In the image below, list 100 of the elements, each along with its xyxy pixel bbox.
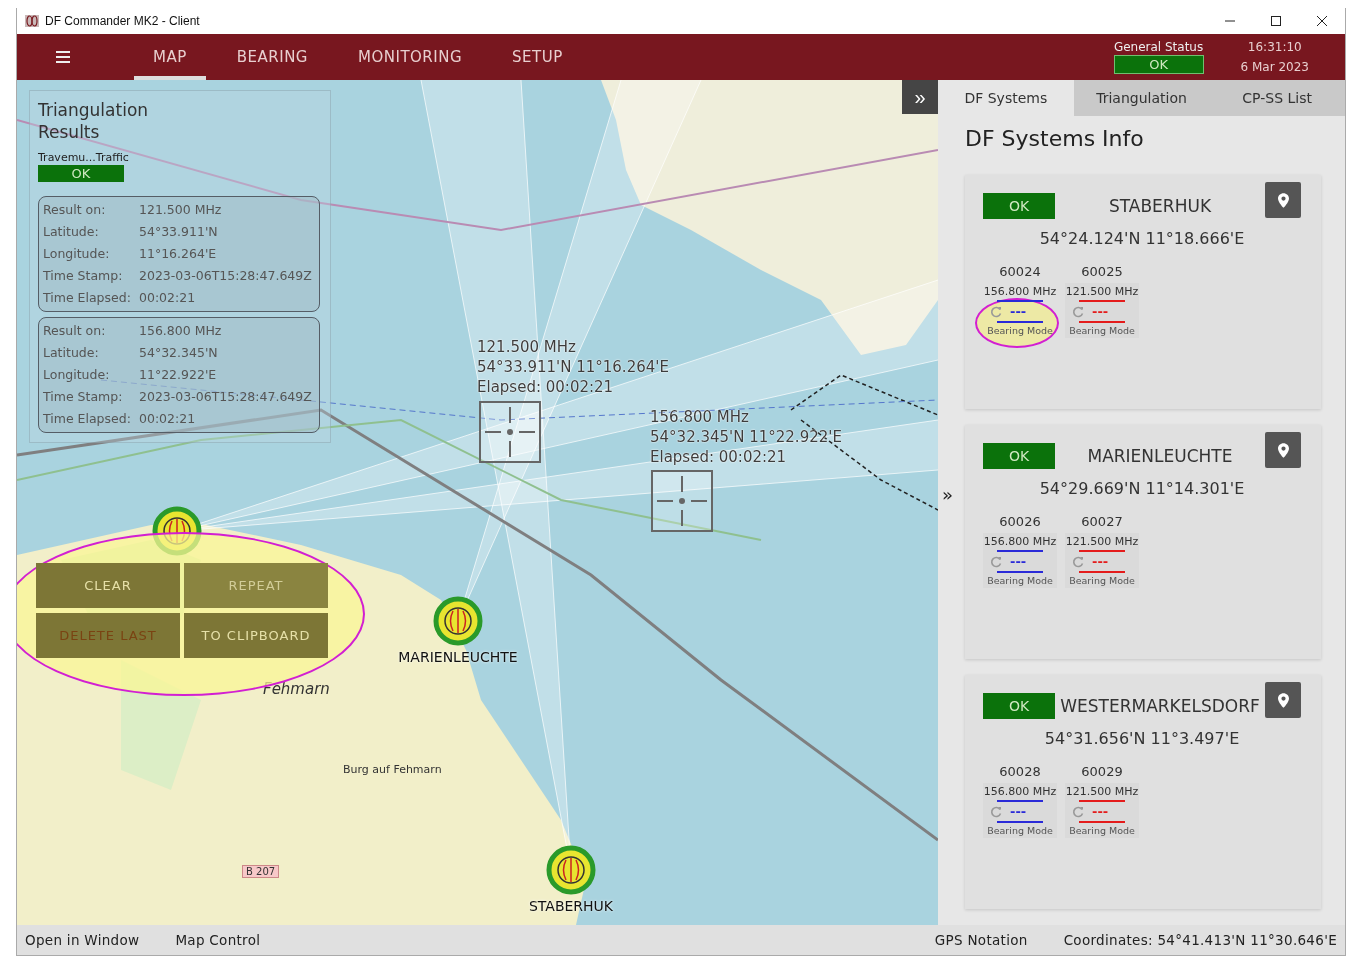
channel-frequency: 156.800 MHz: [983, 535, 1057, 548]
result-value: 00:02:21: [139, 289, 197, 307]
station-label: MARIENLEUCHTE: [398, 649, 518, 665]
channel-id: 60029: [1081, 764, 1123, 779]
status-bar-item[interactable]: Coordinates: 54°41.413'N 11°30.646'E: [1063, 932, 1337, 948]
fix-coordinates: 54°32.345'N 11°22.922'E: [650, 427, 842, 447]
status-badge: OK: [983, 693, 1055, 719]
fix-coordinates: 54°33.911'N 11°16.264'E: [477, 357, 669, 377]
channel-mode: Bearing Mode: [1069, 575, 1135, 586]
result-label: Time Elapsed:: [43, 289, 132, 307]
place-label: Burg auf Fehmarn: [343, 763, 442, 776]
channel-color-line: [997, 821, 1043, 823]
general-status-label: General Status: [1113, 40, 1204, 54]
channel-panel[interactable]: 121.500 MHz --- Bearing Mode: [1065, 283, 1139, 338]
result-value: 54°32.345'N: [139, 344, 219, 362]
result-value: 2023-03-06T15:28:47.649Z: [139, 267, 313, 285]
result-label: Longitude:: [43, 366, 111, 384]
location-pin-icon: [1277, 692, 1289, 708]
channel-panel[interactable]: 156.800 MHz --- Bearing Mode: [983, 783, 1057, 838]
channel-frequency: 156.800 MHz: [983, 785, 1057, 798]
channel-color-line: [997, 571, 1043, 573]
close-icon[interactable]: [1317, 16, 1327, 26]
locate-button[interactable]: [1265, 432, 1301, 468]
location-pin-icon: [1277, 442, 1289, 458]
channel-frequency: 121.500 MHz: [1065, 785, 1139, 798]
crosshair-icon[interactable]: [479, 401, 541, 463]
channel-color-line: [1079, 821, 1125, 823]
result-label: Longitude:: [43, 245, 111, 263]
channel-mode: Bearing Mode: [987, 325, 1053, 336]
result-label: Time Stamp:: [43, 388, 124, 406]
system-coordinates: 54°29.669'N 11°14.301'E: [1038, 479, 1246, 498]
channel-color-line: [997, 321, 1043, 323]
station-marker-icon[interactable]: [546, 845, 596, 895]
general-status-badge: OK: [1113, 55, 1204, 74]
maximize-icon[interactable]: [1271, 16, 1281, 26]
fix-frequency: 156.800 MHz: [650, 407, 750, 427]
channel-panel[interactable]: 156.800 MHz --- Bearing Mode: [983, 283, 1057, 338]
bearing-reading: ---: [1092, 304, 1109, 319]
bearing-reading: ---: [1010, 554, 1027, 569]
result-value: 54°33.911'N: [139, 223, 219, 241]
locate-button[interactable]: [1265, 182, 1301, 218]
sidebar-tab[interactable]: DF Systems: [938, 80, 1074, 116]
system-name: MARIENLEUCHTE: [1086, 446, 1234, 466]
sidebar-title: DF Systems Info: [965, 126, 1145, 151]
channel-id: 60028: [999, 764, 1041, 779]
result-label: Latitude:: [43, 344, 100, 362]
channel-frequency: 121.500 MHz: [1065, 285, 1139, 298]
channel-id: 60026: [999, 514, 1041, 529]
result-value: 2023-03-06T15:28:47.649Z: [139, 388, 313, 406]
fix-elapsed: Elapsed: 00:02:21: [650, 447, 788, 467]
nav-tab[interactable]: MONITORING: [339, 34, 482, 80]
channel-mode: Bearing Mode: [987, 575, 1053, 586]
result-value: 11°16.264'E: [139, 245, 218, 263]
location-pin-icon: [1277, 192, 1289, 208]
channel-mode: Bearing Mode: [1069, 325, 1135, 336]
result-value: 156.800 MHz: [139, 322, 223, 340]
station-marker-icon[interactable]: [433, 596, 483, 646]
channel-id: 60025: [1081, 264, 1123, 279]
status-badge: OK: [983, 193, 1055, 219]
road-shield: B 207: [242, 865, 280, 878]
fix-elapsed: Elapsed: 00:02:21: [477, 377, 615, 397]
status-bar-item[interactable]: Open in Window: [25, 932, 140, 948]
channel-id: 60027: [1081, 514, 1123, 529]
menu-icon[interactable]: [56, 51, 70, 63]
channel-panel[interactable]: 121.500 MHz --- Bearing Mode: [1065, 533, 1139, 588]
system-name: STABERHUK: [1107, 196, 1213, 216]
crosshair-icon[interactable]: [651, 470, 713, 532]
expand-arrow[interactable]: »: [942, 485, 953, 505]
status-bar-item[interactable]: Map Control: [175, 932, 261, 948]
channel-frequency: 156.800 MHz: [983, 285, 1057, 298]
channel-mode: Bearing Mode: [1069, 825, 1135, 836]
fix-frequency: 121.500 MHz: [477, 337, 577, 357]
result-value: 11°22.922'E: [139, 366, 218, 384]
result-label: Result on:: [43, 322, 107, 340]
system-name: WESTERMARKELSDORF: [1059, 696, 1261, 716]
window-title: DF Commander MK2 - Client: [45, 14, 200, 28]
bearing-reading: ---: [1092, 804, 1109, 819]
channel-color-line: [1079, 321, 1125, 323]
result-value: 00:02:21: [139, 410, 197, 428]
system-coordinates: 54°24.124'N 11°18.666'E: [1038, 229, 1246, 248]
channel-panel[interactable]: 156.800 MHz --- Bearing Mode: [983, 533, 1057, 588]
panel-title: Triangulation Results: [38, 99, 150, 143]
status-badge: OK: [983, 443, 1055, 469]
bearing-reading: ---: [1092, 554, 1109, 569]
locate-button[interactable]: [1265, 682, 1301, 718]
station-name: Travemu...Traffic: [38, 151, 129, 164]
result-label: Time Elapsed:: [43, 410, 132, 428]
clock-date: 6 Mar 2023: [1240, 60, 1309, 74]
clock-time: 16:31:10: [1247, 40, 1302, 54]
collapse-button[interactable]: »: [902, 80, 938, 114]
status-bar-item[interactable]: GPS Notation: [934, 932, 1028, 948]
nav-tab[interactable]: SETUP: [493, 34, 582, 80]
system-coordinates: 54°31.656'N 11°3.497'E: [1043, 729, 1241, 748]
bearing-reading: ---: [1010, 304, 1027, 319]
station-label: STABERHUK: [528, 898, 614, 914]
channel-panel[interactable]: 121.500 MHz --- Bearing Mode: [1065, 783, 1139, 838]
result-value: 121.500 MHz: [139, 201, 223, 219]
channel-id: 60024: [999, 264, 1041, 279]
result-label: Result on:: [43, 201, 107, 219]
nav-tab[interactable]: BEARING: [217, 34, 327, 80]
